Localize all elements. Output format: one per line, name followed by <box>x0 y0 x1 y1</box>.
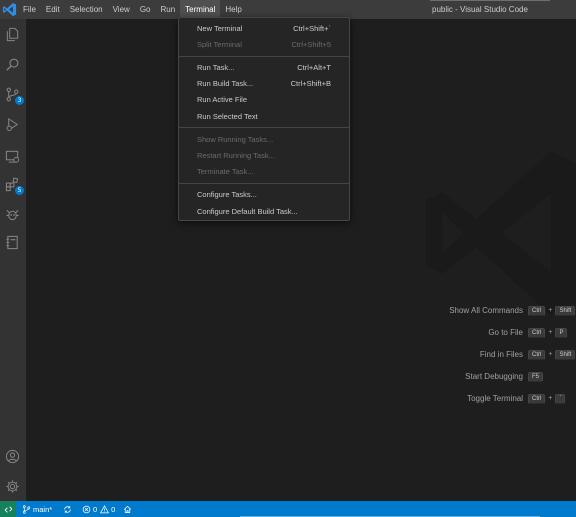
sync-icon <box>64 505 71 513</box>
menu-separator <box>179 127 349 128</box>
key-cap: ` <box>555 394 566 404</box>
source-control-icon[interactable]: 3 <box>3 85 24 105</box>
notebook-icon[interactable] <box>3 233 22 252</box>
shortcut-keys: F5 <box>528 371 544 383</box>
shortcut-label: Start Debugging <box>465 372 523 381</box>
git-branch-icon <box>22 504 31 514</box>
home-button[interactable] <box>123 501 132 517</box>
key-cap: Ctrl <box>528 350 546 360</box>
remote-explorer-icon[interactable] <box>3 147 22 166</box>
menu-edit[interactable]: Edit <box>41 0 65 19</box>
menu-separator <box>179 56 349 57</box>
warning-icon <box>100 504 110 513</box>
error-icon <box>82 505 91 513</box>
bug-extension-icon[interactable] <box>3 205 22 224</box>
error-count: 0 <box>93 504 98 514</box>
menu-item-label: Run Task... <box>197 63 235 72</box>
menu-item-shortcut: Ctrl+Alt+T <box>297 63 331 72</box>
terminal-menu-dropdown: New Terminal Ctrl+Shift+` Split Terminal… <box>178 17 350 221</box>
key-cap: Ctrl <box>528 306 546 316</box>
menu-item-label: Run Active File <box>197 95 248 104</box>
shortcut-go-to-file[interactable]: Go to File Ctrl + P <box>366 327 576 339</box>
menu-item-label: Configure Default Build Task... <box>197 207 298 216</box>
menu-view[interactable]: View <box>108 0 135 19</box>
shortcut-keys: Ctrl + ` <box>528 393 566 405</box>
branch-name: main* <box>33 504 53 514</box>
menu-item-label: Run Build Task... <box>197 79 254 88</box>
menu-item-label: New Terminal <box>197 24 243 33</box>
menu-item-label: Split Terminal <box>197 40 242 49</box>
shortcut-toggle-terminal[interactable]: Toggle Terminal Ctrl + ` <box>366 393 576 405</box>
menu-item-new-terminal[interactable]: New Terminal Ctrl+Shift+` <box>179 21 349 36</box>
menu-item-label: Run Selected Text <box>197 112 258 121</box>
problems-status[interactable]: 0 0 <box>82 501 115 517</box>
shortcut-keys: Ctrl+ Shift+ F <box>528 349 576 361</box>
extensions-badge: 5 <box>15 186 24 195</box>
settings-gear-icon[interactable] <box>3 477 22 496</box>
run-debug-icon[interactable] <box>3 115 22 134</box>
vscode-logo-icon[interactable] <box>2 2 17 17</box>
menu-item-run-selected-text[interactable]: Run Selected Text <box>179 109 349 124</box>
shortcut-label: Find in Files <box>479 350 523 359</box>
explorer-icon[interactable] <box>3 25 22 44</box>
menu-selection[interactable]: Selection <box>65 0 108 19</box>
key-cap: Ctrl <box>528 394 546 404</box>
menu-item-terminate-task[interactable]: Terminate Task... <box>179 164 349 179</box>
activity-bar: 3 5 <box>0 19 26 501</box>
menu-item-shortcut: Ctrl+Shift+5 <box>291 40 331 49</box>
menu-run[interactable]: Run <box>155 0 180 19</box>
source-control-badge: 3 <box>15 96 24 105</box>
menu-item-split-terminal[interactable]: Split Terminal Ctrl+Shift+5 <box>179 37 349 52</box>
shortcut-start-debugging[interactable]: Start Debugging F5 <box>366 371 576 383</box>
menu-item-run-task[interactable]: Run Task... Ctrl+Alt+T <box>179 60 349 75</box>
key-cap: Ctrl <box>528 328 546 338</box>
menu-item-run-build-task[interactable]: Run Build Task... Ctrl+Shift+B <box>179 76 349 91</box>
key-cap: F5 <box>528 372 544 382</box>
key-cap: P <box>555 328 568 338</box>
key-cap: Shift <box>555 306 576 316</box>
key-cap: Shift <box>555 350 576 360</box>
warning-count: 0 <box>111 504 116 514</box>
menu-item-run-active-file[interactable]: Run Active File <box>179 92 349 107</box>
menu-item-label: Terminate Task... <box>197 167 254 176</box>
remote-indicator[interactable] <box>0 501 16 517</box>
status-bar: main* 0 0 <box>0 501 576 517</box>
menu-item-restart-running-task[interactable]: Restart Running Task... <box>179 148 349 163</box>
shortcut-show-all-commands[interactable]: Show All Commands Ctrl+ Shift+ P <box>366 305 576 317</box>
home-icon <box>123 505 132 513</box>
menu-separator <box>179 183 349 184</box>
menu-item-label: Show Running Tasks... <box>197 135 274 144</box>
search-icon[interactable] <box>3 55 22 74</box>
menu-item-shortcut: Ctrl+Shift+` <box>293 24 331 33</box>
vscode-watermark-logo <box>425 150 576 316</box>
branch-status[interactable]: main* <box>22 501 52 517</box>
menu-item-label: Restart Running Task... <box>197 151 275 160</box>
menu-item-configure-tasks[interactable]: Configure Tasks... <box>179 187 349 202</box>
remote-icon <box>4 505 12 513</box>
account-icon[interactable] <box>3 447 22 466</box>
sync-button[interactable] <box>63 501 72 517</box>
shortcut-find-in-files[interactable]: Find in Files Ctrl+ Shift+ F <box>366 349 576 361</box>
menu-item-label: Configure Tasks... <box>197 190 257 199</box>
menu-file[interactable]: File <box>18 0 41 19</box>
menu-item-show-running-tasks[interactable]: Show Running Tasks... <box>179 132 349 147</box>
extensions-icon[interactable]: 5 <box>3 175 24 195</box>
shortcut-label: Go to File <box>488 328 523 337</box>
shortcut-keys: Ctrl+ Shift+ P <box>528 305 576 317</box>
shortcut-label: Toggle Terminal <box>467 394 523 403</box>
window-title: public - Visual Studio Code <box>432 5 528 14</box>
menu-item-configure-default-build-task[interactable]: Configure Default Build Task... <box>179 204 349 219</box>
shortcut-keys: Ctrl + P <box>528 327 568 339</box>
shortcut-label: Show All Commands <box>449 306 523 315</box>
menu-item-shortcut: Ctrl+Shift+B <box>290 79 331 88</box>
menu-go[interactable]: Go <box>135 0 156 19</box>
